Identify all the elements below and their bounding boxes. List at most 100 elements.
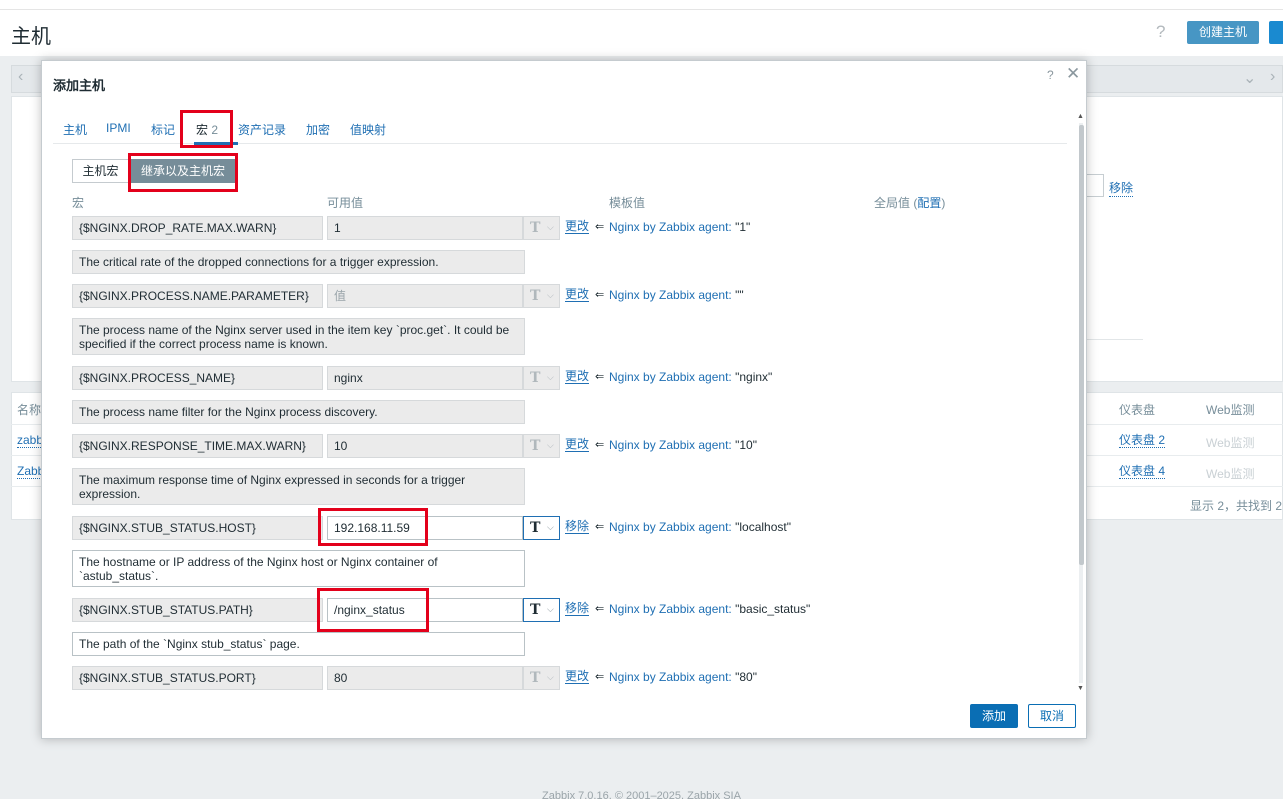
macro-description: The process name of the Nginx server use… [72,318,525,355]
inherit-arrow-icon: ⇐ [595,521,605,533]
template-link[interactable]: Nginx by Zabbix agent: [609,370,732,384]
template-link[interactable]: Nginx by Zabbix agent: [609,520,732,534]
page-title: 主机 [11,26,51,48]
filter-remove-link[interactable]: 移除 [1109,179,1134,197]
change-link[interactable]: 更改 [565,370,590,384]
macro-value-field: 80 [327,666,523,690]
tab-host[interactable]: 主机 [63,121,87,138]
highlight-box [318,508,428,546]
macro-description-input[interactable]: The path of the `Nginx stub_status` page… [72,632,525,656]
macro-name-field: {$NGINX.RESPONSE_TIME.MAX.WARN} [72,434,323,458]
change-link[interactable]: 更改 [565,220,590,234]
tab-value-mapping[interactable]: 值映射 [350,121,386,138]
text-type-icon: T [530,288,541,304]
macro-name-field: {$NGINX.DROP_RATE.MAX.WARN} [72,216,323,240]
scroll-thumb[interactable] [1079,125,1084,565]
column-global-value: 全局值 (配置) [874,194,945,211]
macro-value-field: nginx [327,366,523,390]
chevron-down-icon: ⌵ [547,373,554,383]
result-count: 显示 2，共找到 2 [1190,499,1283,513]
add-button[interactable]: 添加 [970,704,1018,728]
template-value: Nginx by Zabbix agent: "basic_status" [609,602,810,616]
table-row-web: Web监测 [1206,467,1255,481]
template-value-text: "" [735,288,744,302]
chevron-down-icon[interactable]: ⌄ [1243,68,1256,88]
text-type-icon: T [530,602,541,618]
value-type-dropdown[interactable]: T ⌵ [523,598,560,622]
template-value: Nginx by Zabbix agent: "1" [609,220,750,234]
column-name[interactable]: 名称 [17,401,41,418]
template-value: Nginx by Zabbix agent: "localhost" [609,520,791,534]
add-host-dialog: 添加主机 ? ✕ 主机 IPMI 标记 宏 2 资产记录 加密 值映射 ▲ ▼ … [41,60,1087,739]
host-macros-toggle[interactable]: 主机宏 [72,159,129,183]
value-type-dropdown: T ⌵ [523,666,560,690]
remove-link[interactable]: 移除 [565,602,590,616]
close-icon[interactable]: ✕ [1066,64,1080,84]
tab-tags[interactable]: 标记 [151,121,175,138]
template-value: Nginx by Zabbix agent: "10" [609,438,757,452]
chevron-right-icon[interactable]: › [1270,68,1275,86]
macro-description: The maximum response time of Nginx expre… [72,468,525,505]
dialog-title: 添加主机 [53,78,106,93]
template-value-text: "1" [735,220,751,234]
template-link[interactable]: Nginx by Zabbix agent: [609,602,732,616]
template-value: Nginx by Zabbix agent: "80" [609,670,757,684]
filter-input[interactable] [1085,174,1104,197]
scroll-up-arrow[interactable]: ▲ [1077,113,1084,120]
value-type-dropdown: T ⌵ [523,284,560,308]
macro-name-field: {$NGINX.PROCESS_NAME} [72,366,323,390]
help-icon[interactable]: ? [1047,68,1054,82]
tab-encryption[interactable]: 加密 [306,121,330,138]
chevron-down-icon: ⌵ [547,523,554,533]
template-value-text: "80" [735,670,757,684]
template-value: Nginx by Zabbix agent: "nginx" [609,370,772,384]
inherit-arrow-icon: ⇐ [595,439,605,451]
change-link[interactable]: 更改 [565,438,590,452]
macro-name-field: {$NGINX.PROCESS.NAME.PARAMETER} [72,284,323,308]
highlight-box [317,588,429,632]
inherit-arrow-icon: ⇐ [595,671,605,683]
macro-name-field: {$NGINX.STUB_STATUS.PATH} [72,598,323,622]
table-row-dashboards[interactable]: 仪表盘 4 [1119,465,1166,479]
table-row-dashboards[interactable]: 仪表盘 2 [1119,434,1166,448]
create-host-button[interactable]: 创建主机 [1187,21,1259,44]
scrollbar[interactable]: ▲ ▼ [1077,113,1085,693]
change-link[interactable]: 更改 [565,288,590,302]
chevron-left-icon[interactable]: ‹ [18,68,23,86]
chevron-down-icon: ⌵ [547,441,554,451]
macro-description-input[interactable]: The hostname or IP address of the Nginx … [72,550,525,587]
template-link[interactable]: Nginx by Zabbix agent: [609,288,732,302]
text-type-icon: T [530,370,541,386]
template-link[interactable]: Nginx by Zabbix agent: [609,438,732,452]
highlight-box [128,153,238,192]
tab-inventory[interactable]: 资产记录 [238,121,286,138]
template-value-text: "10" [735,438,757,452]
table-row-name[interactable]: zabb [17,434,44,448]
value-type-dropdown[interactable]: T ⌵ [523,516,560,540]
column-template-value: 模板值 [609,196,646,210]
text-type-icon: T [530,438,541,454]
macro-value-field: 值 [327,284,523,308]
change-link[interactable]: 更改 [565,670,590,684]
remove-link[interactable]: 移除 [565,520,590,534]
cancel-button[interactable]: 取消 [1028,704,1076,728]
highlight-box [180,110,233,148]
top-strip [0,0,1283,10]
global-config-link[interactable]: 配置 [917,196,941,210]
divider [1085,339,1143,340]
template-link[interactable]: Nginx by Zabbix agent: [609,670,732,684]
value-type-dropdown: T ⌵ [523,216,560,240]
inherit-arrow-icon: ⇐ [595,221,605,233]
kiosk-mode-icon[interactable] [1269,21,1283,44]
scroll-down-arrow[interactable]: ▼ [1077,685,1084,692]
column-effective-value: 可用值 [327,196,364,210]
macro-name-field: {$NGINX.STUB_STATUS.PORT} [72,666,323,690]
tab-ipmi[interactable]: IPMI [106,121,131,135]
value-type-dropdown: T ⌵ [523,366,560,390]
column-dashboards: 仪表盘 [1119,403,1156,417]
template-value-text: "basic_status" [735,602,811,616]
help-icon[interactable]: ? [1156,22,1165,42]
global-value-close: ) [941,196,946,210]
chevron-down-icon: ⌵ [547,673,554,683]
template-link[interactable]: Nginx by Zabbix agent: [609,220,732,234]
